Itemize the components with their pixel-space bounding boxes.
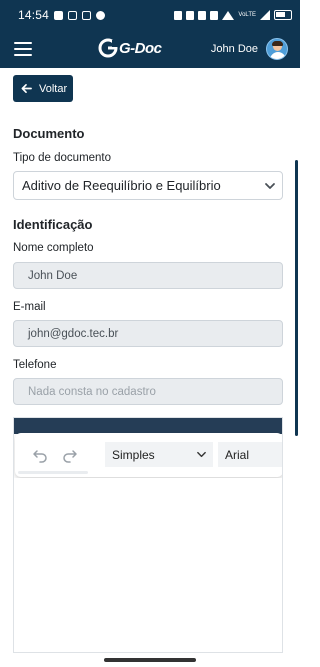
- volte-label: VoLTE: [238, 11, 256, 18]
- menu-icon[interactable]: [14, 42, 32, 56]
- alarm-icon: [198, 10, 207, 20]
- avatar: [266, 38, 288, 60]
- format-value: Simples: [112, 447, 155, 462]
- chevron-down-icon: [265, 182, 275, 189]
- logo-text: G-Doc: [119, 39, 162, 57]
- editor-content-area[interactable]: [14, 478, 282, 652]
- back-button[interactable]: Voltar: [13, 75, 73, 102]
- font-value: Arial: [225, 447, 250, 462]
- section-title-documento: Documento: [13, 126, 85, 141]
- undo-icon[interactable]: [32, 447, 48, 463]
- name-label: Nome completo: [13, 242, 94, 254]
- app-logo[interactable]: G-Doc: [98, 38, 162, 58]
- status-bar: 14:54 VoLTE: [0, 0, 300, 30]
- home-indicator[interactable]: [104, 658, 196, 662]
- email-value: john@gdoc.tec.br: [28, 327, 119, 340]
- user-menu[interactable]: John Doe: [211, 38, 288, 60]
- rich-text-editor: Simples Arial: [13, 417, 283, 653]
- dnd-icon: [96, 10, 106, 20]
- editor-header-bar: [14, 418, 282, 434]
- chevron-down-icon: [197, 451, 206, 458]
- gdoc-logo-icon: [98, 38, 118, 58]
- font-family-select[interactable]: Arial: [218, 442, 282, 467]
- doc-type-label: Tipo de documento: [13, 152, 112, 164]
- user-name: John Doe: [210, 43, 258, 55]
- section-title-identificacao: Identificação: [13, 217, 93, 232]
- arrow-left-icon: [21, 84, 32, 93]
- status-right: VoLTE: [174, 10, 292, 20]
- app-navbar: G-Doc John Doe: [0, 30, 300, 68]
- status-time: 14:54: [18, 8, 50, 22]
- notification-icon: [54, 10, 64, 20]
- block-format-select[interactable]: Simples: [105, 442, 213, 467]
- doc-type-value: Aditivo de Reequilíbrio e Equilíbrio: [22, 178, 221, 193]
- scrollbar-thumb[interactable]: [295, 160, 298, 436]
- name-value: John Doe: [28, 269, 78, 282]
- phone-label: Telefone: [13, 359, 57, 371]
- email-field[interactable]: john@gdoc.tec.br: [13, 320, 283, 347]
- name-field[interactable]: John Doe: [13, 262, 283, 289]
- email-label: E-mail: [13, 301, 46, 313]
- history-group: [23, 444, 87, 466]
- editor-toolbar: Simples Arial: [15, 433, 282, 477]
- phone-placeholder: Nada consta no cadastro: [28, 385, 156, 398]
- vibrate-icon: [210, 10, 219, 20]
- redo-icon[interactable]: [62, 447, 78, 463]
- history-group-divider: [18, 471, 88, 474]
- battery-saver-icon: [174, 10, 183, 20]
- phone-field[interactable]: Nada consta no cadastro: [13, 378, 283, 405]
- gallery-notification-icon: [82, 10, 92, 20]
- wifi-icon: [222, 10, 235, 20]
- image-notification-icon: [68, 10, 78, 20]
- battery-icon: [274, 10, 292, 20]
- status-left: 14:54: [18, 8, 106, 22]
- signal-icon: [260, 10, 270, 20]
- doc-type-select[interactable]: Aditivo de Reequilíbrio e Equilíbrio: [13, 171, 283, 200]
- back-label: Voltar: [39, 82, 68, 95]
- nfc-icon: [186, 10, 195, 20]
